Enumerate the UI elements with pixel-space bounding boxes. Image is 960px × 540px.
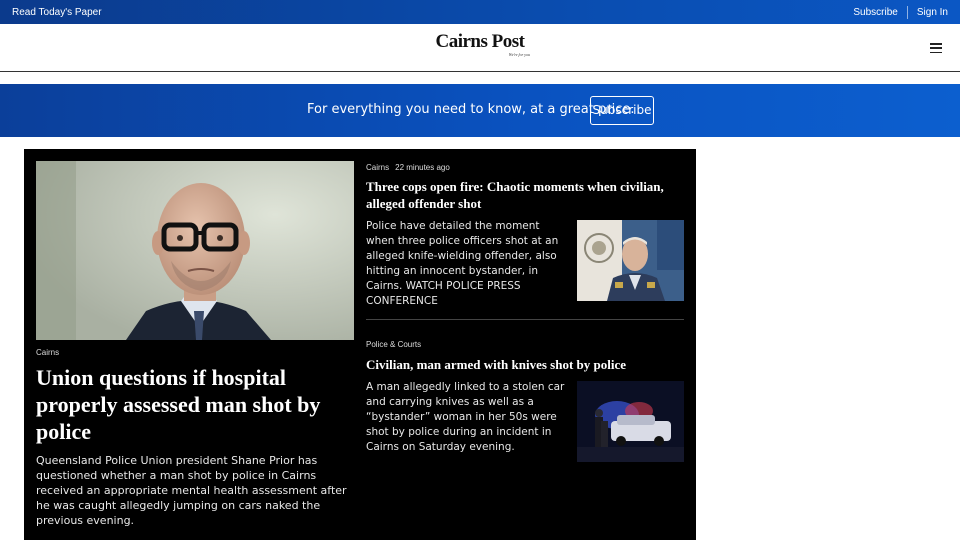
lead-story-category[interactable]: Cairns [36,348,59,357]
lead-story-image[interactable] [36,161,354,340]
story-1-meta: Cairns 22 minutes ago [366,163,450,172]
read-todays-paper-link[interactable]: Read Today's Paper [12,7,102,18]
hamburger-menu-icon[interactable] [930,43,942,54]
story-1-description: Police have detailed the moment when thr… [366,220,559,307]
lead-story-description: Queensland Police Union president Shane … [36,454,347,527]
site-logo[interactable]: Cairns Post We're for you [430,31,531,58]
promo-text: For everything you need to know, at a gr… [307,102,635,117]
lead-story-title[interactable]: Union questions if hospital properly ass… [36,364,354,445]
story-2-image[interactable] [577,381,684,462]
story-2-title[interactable]: Civilian, man armed with knives shot by … [366,356,676,373]
logo-text: Cairns Post [435,31,525,52]
subscription-banner: For everything you need to know, at a gr… [0,84,960,137]
story-2-category[interactable]: Police & Courts [366,340,421,349]
promo-subscribe-button[interactable]: Subscribe [590,96,654,125]
story-divider [366,319,684,320]
story-2-description: A man allegedly linked to a stolen car a… [366,381,565,453]
sign-in-link[interactable]: Sign In [917,7,948,18]
logo-tagline: We're for you [508,52,530,57]
story-2-meta: Police & Courts [366,340,421,349]
top-stories-panel: Cairns Union questions if hospital prope… [24,149,696,540]
site-header: Cairns Post We're for you [0,24,960,72]
story-1-timestamp: 22 minutes ago [395,163,450,172]
top-bar: Read Today's Paper Subscribe Sign In [0,0,960,24]
story-1-category[interactable]: Cairns [366,163,389,172]
story-1-title[interactable]: Three cops open fire: Chaotic moments wh… [366,178,666,212]
subscribe-link[interactable]: Subscribe [853,7,897,18]
story-1-image[interactable] [577,220,684,301]
divider [906,6,908,19]
account-links: Subscribe Sign In [853,6,948,19]
